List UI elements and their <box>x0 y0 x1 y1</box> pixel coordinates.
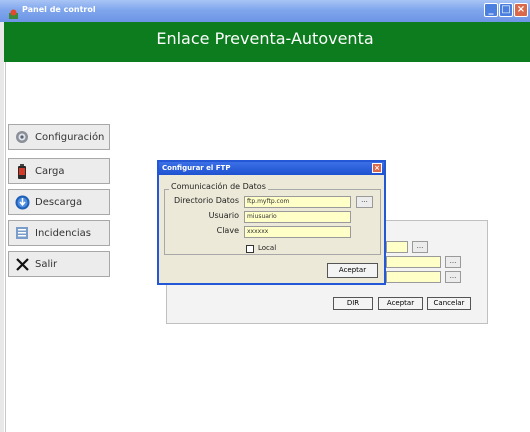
sidebar-item-label: Salir <box>35 258 58 270</box>
local-label: Local <box>258 244 277 252</box>
sidebar-item-label: Configuración <box>35 131 105 143</box>
usuario-field[interactable]: miusuario <box>244 211 351 223</box>
list-icon <box>14 225 30 241</box>
close-x-icon <box>14 256 30 272</box>
dialog-close-button[interactable]: × <box>372 163 382 173</box>
sidebar-item-salir[interactable]: Salir <box>8 251 110 277</box>
maximize-button[interactable]: □ <box>499 3 513 17</box>
download-globe-icon <box>14 194 30 210</box>
bg-text-field[interactable] <box>386 256 441 268</box>
clave-field[interactable]: xxxxxx <box>244 226 351 238</box>
bg-accept-button[interactable]: Aceptar <box>378 297 423 310</box>
usuario-label: Usuario <box>208 211 239 220</box>
bg-browse-button[interactable]: ... <box>412 241 428 253</box>
window-left-border <box>0 22 4 432</box>
group-title: Comunicación de Datos <box>169 182 268 191</box>
ftp-config-dialog: Configurar el FTP × Comunicación de Dato… <box>157 160 386 285</box>
page-title: Enlace Preventa-Autoventa <box>156 29 374 48</box>
gear-icon <box>14 129 30 145</box>
dir-button[interactable]: DIR <box>333 297 373 310</box>
browse-button[interactable]: ... <box>356 196 373 208</box>
sidebar-item-label: Descarga <box>35 196 83 208</box>
bg-browse-button[interactable]: ... <box>445 256 461 268</box>
close-button[interactable]: × <box>514 3 528 17</box>
accept-button[interactable]: Aceptar <box>327 263 378 278</box>
dialog-title: Configurar el FTP <box>162 164 231 172</box>
battery-icon <box>14 163 30 179</box>
directorio-field[interactable]: ftp.myftp.com <box>244 196 351 208</box>
app-icon <box>8 5 19 19</box>
divider <box>5 62 6 432</box>
bg-cancel-button[interactable]: Cancelar <box>427 297 471 310</box>
bg-text-field[interactable] <box>386 241 408 253</box>
window-title: Panel de control <box>22 5 96 14</box>
sidebar-item-incidencias[interactable]: Incidencias <box>8 220 110 246</box>
sidebar-item-configuracion[interactable]: Configuración <box>8 124 110 150</box>
sidebar-item-label: Carga <box>35 165 65 177</box>
local-checkbox[interactable] <box>246 245 254 253</box>
bg-browse-button[interactable]: ... <box>445 271 461 283</box>
bg-text-field[interactable] <box>386 271 441 283</box>
sidebar-item-carga[interactable]: Carga <box>8 158 110 184</box>
directorio-label: Directorio Datos <box>173 196 239 205</box>
minimize-button[interactable]: _ <box>484 3 498 17</box>
clave-label: Clave <box>216 226 239 235</box>
sidebar-item-label: Incidencias <box>35 227 92 239</box>
sidebar-item-descarga[interactable]: Descarga <box>8 189 110 215</box>
